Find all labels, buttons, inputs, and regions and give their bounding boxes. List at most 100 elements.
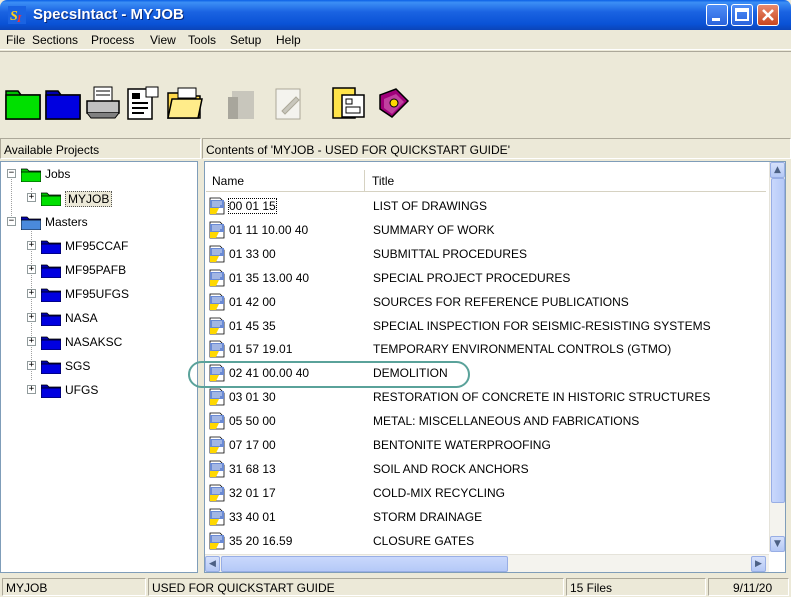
list-item[interactable]: 01 35 13.00 40 SPECIAL PROJECT PROCEDURES [207,267,767,290]
menu-setup[interactable]: Setup [230,33,261,47]
tree-label: Jobs [45,167,71,181]
expand-toggle[interactable]: + [27,313,36,322]
expand-toggle[interactable]: + [27,337,36,346]
menu-help[interactable]: Help [276,33,301,47]
list-item[interactable]: 35 20 16.59 CLOSURE GATES [207,530,767,553]
horizontal-scrollbar[interactable]: ◀ ▶ [205,554,769,572]
section-title: SPECIAL PROJECT PROCEDURES [373,270,571,285]
tree-node-master[interactable]: + SGS [5,358,195,376]
open-job-button[interactable] [4,85,42,123]
help-button[interactable] [374,85,412,123]
available-projects-header: Available Projects [0,138,201,159]
title-bar[interactable]: S I SpecsIntact - MYJOB [0,0,791,30]
explorer-icon [332,87,365,119]
section-title: CLOSURE GATES [373,533,475,548]
scroll-left-button[interactable]: ◀ [205,556,220,572]
menu-tools[interactable]: Tools [188,33,216,47]
section-title: SOIL AND ROCK ANCHORS [373,461,529,476]
list-item[interactable]: 03 01 30 RESTORATION OF CONCRETE IN HISTO… [207,386,767,409]
tree-node-master[interactable]: + NASA [5,310,195,328]
section-number: 33 40 01 [229,509,276,524]
contents-header: Contents of 'MYJOB - USED FOR QUICKSTART… [202,138,791,159]
section-number: 01 45 35 [229,318,276,333]
section-title: STORM DRAINAGE [373,509,483,524]
section-title: LIST OF DRAWINGS [373,199,488,213]
list-item[interactable]: 01 57 19.01 TEMPORARY ENVIRONMENTAL CONTR… [207,338,767,361]
section-number: 01 35 13.00 40 [229,270,310,285]
column-header-name[interactable]: Name [206,170,365,192]
vertical-scroll-thumb[interactable] [771,178,785,503]
blue-folder-icon [41,384,61,398]
scroll-right-button[interactable]: ▶ [751,556,766,572]
menu-process[interactable]: Process [91,33,134,47]
scroll-up-button[interactable]: ▲ [770,162,785,178]
properties-button[interactable] [124,85,162,123]
tree-label: MYJOB [65,191,113,207]
section-number: 07 17 00 [229,438,276,452]
disabled-edit-button[interactable] [270,85,308,123]
tree-label: UFGS [65,383,99,397]
app-window: S I SpecsIntact - MYJOB File Sections Pr… [0,0,791,597]
list-item[interactable]: 01 45 35 SPECIAL INSPECTION FOR SEISMIC-R… [207,315,767,338]
tree-node-myjob[interactable]: + MYJOB [5,190,195,208]
expand-toggle[interactable]: + [27,241,36,250]
section-title: BENTONITE WATERPROOFING [373,438,551,452]
tree-node-master[interactable]: + NASAKSC [5,334,195,352]
properties-icon [127,86,159,120]
menu-view[interactable]: View [150,33,176,47]
tree-label: Masters [45,215,88,229]
expand-toggle[interactable]: + [27,289,36,298]
spec-document-icon [209,532,225,549]
list-item[interactable]: 00 01 15 LIST OF DRAWINGS [207,195,767,218]
tree-node-master[interactable]: + MF95PAFB [5,262,195,280]
collapse-toggle[interactable]: − [7,169,16,178]
tree-node-master[interactable]: + MF95CCAF [5,238,195,256]
expand-toggle[interactable]: + [27,193,36,202]
expand-toggle[interactable]: + [27,361,36,370]
minimize-button[interactable] [706,4,728,26]
tree-node-master[interactable]: + MF95UFGS [5,286,195,304]
status-job: MYJOB [2,578,146,596]
section-title: SOURCES FOR REFERENCE PUBLICATIONS [373,294,629,309]
section-title: SUMMARY OF WORK [373,222,495,237]
status-date: 9/11/20 [708,578,789,596]
tree-label: NASAKSC [65,335,123,349]
explorer-button[interactable] [330,85,368,123]
list-item[interactable]: 01 11 10.00 40 SUMMARY OF WORK [207,219,767,242]
column-header-title[interactable]: Title [366,170,766,192]
list-item[interactable]: 01 33 00 SUBMITTAL PROCEDURES [207,243,767,266]
open-icon [167,87,203,119]
tree-label: NASA [65,311,98,325]
list-item[interactable]: 31 68 13 SOIL AND ROCK ANCHORS [207,458,767,481]
list-item[interactable]: 01 42 00 SOURCES FOR REFERENCE PUBLICATIO… [207,291,767,314]
open-master-button[interactable] [44,85,82,123]
status-bar: MYJOB USED FOR QUICKSTART GUIDE 15 Files… [0,576,791,597]
expand-toggle[interactable]: + [27,265,36,274]
print-button[interactable] [84,85,122,123]
green-folder-icon [41,192,61,206]
disabled-tool-button[interactable] [224,85,262,123]
menu-file[interactable]: File [6,33,25,47]
column-headers: Name Title [206,170,766,192]
horizontal-scroll-thumb[interactable] [221,556,508,572]
section-number: 03 01 30 [229,390,276,405]
list-item[interactable]: 05 50 00 METAL: MISCELLANEOUS AND FABRICA… [207,410,767,433]
tree-node-masters[interactable]: − Masters [5,214,195,232]
maximize-button[interactable] [731,4,753,26]
open-section-button[interactable] [166,85,204,123]
spec-document-icon [209,388,225,406]
status-file-count: 15 Files [566,578,706,596]
list-item[interactable]: 33 40 01 STORM DRAINAGE [207,506,767,529]
expand-toggle[interactable]: + [27,385,36,394]
menu-bar: File Sections Process View Tools Setup H… [0,30,791,50]
tree-node-jobs[interactable]: − Jobs [5,166,195,184]
close-button[interactable] [757,4,779,26]
collapse-toggle[interactable]: − [7,217,16,226]
vertical-scrollbar[interactable]: ▲ ▼ [769,162,785,552]
list-item[interactable]: 32 01 17 COLD-MIX RECYCLING [207,482,767,505]
menu-sections[interactable]: Sections [32,33,78,47]
disabled-edit-icon [275,88,301,120]
scroll-down-button[interactable]: ▼ [770,536,785,552]
list-item[interactable]: 07 17 00 BENTONITE WATERPROOFING [207,434,767,457]
tree-node-master[interactable]: + UFGS [5,382,195,400]
